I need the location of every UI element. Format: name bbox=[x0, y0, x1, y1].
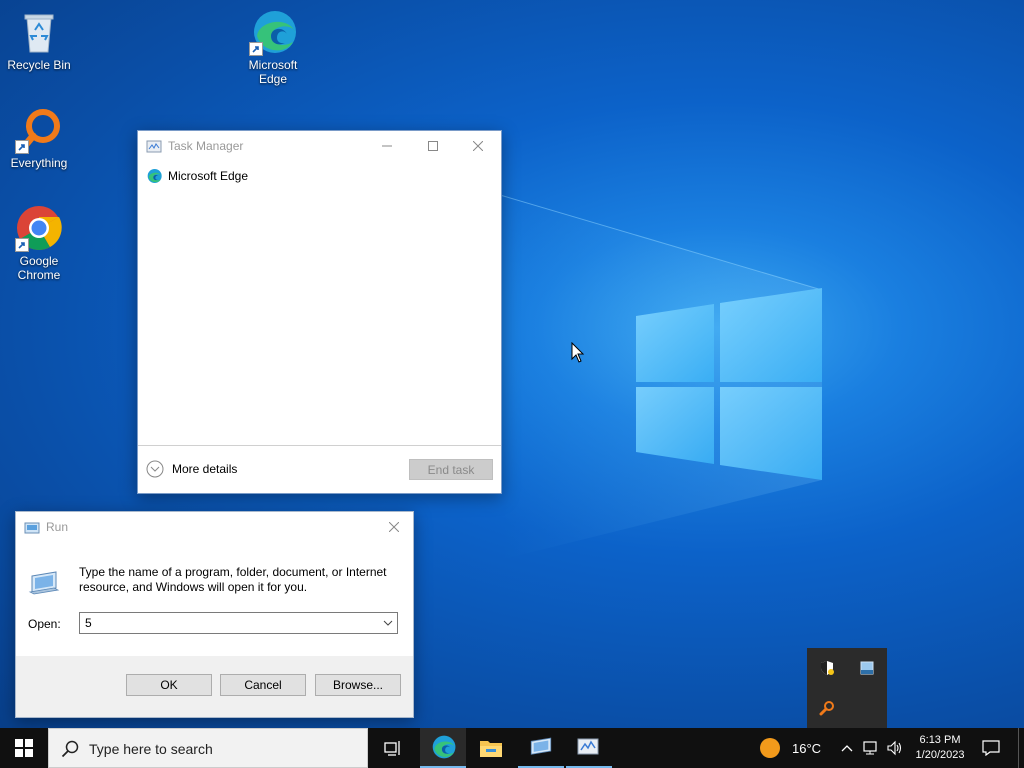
search-placeholder: Type here to search bbox=[89, 741, 213, 757]
minimize-button[interactable] bbox=[364, 131, 410, 161]
clock-date: 1/20/2023 bbox=[915, 749, 965, 761]
browse-button[interactable]: Browse... bbox=[315, 674, 401, 696]
close-button[interactable] bbox=[455, 131, 501, 161]
close-button[interactable] bbox=[376, 512, 412, 542]
window-title: Run bbox=[46, 520, 69, 534]
volume-button[interactable] bbox=[884, 728, 906, 768]
network-icon bbox=[863, 741, 877, 755]
maximize-button[interactable] bbox=[410, 131, 456, 161]
chevron-down-circle-icon bbox=[146, 460, 164, 478]
divider bbox=[138, 445, 501, 446]
everything-icon bbox=[15, 106, 63, 154]
desktop-icon-microsoft-edge[interactable]: Microsoft Edge bbox=[237, 8, 309, 86]
task-manager-titlebar[interactable]: Task Manager bbox=[138, 131, 501, 161]
task-manager-window: Task Manager Microsoft Edge More details… bbox=[137, 130, 502, 494]
show-desktop-button[interactable] bbox=[1018, 728, 1024, 768]
cancel-button[interactable]: Cancel bbox=[220, 674, 306, 696]
volume-icon bbox=[887, 740, 902, 756]
shortcut-arrow-icon bbox=[15, 140, 29, 154]
edge-icon bbox=[146, 168, 162, 184]
run-description: Type the name of a program, folder, docu… bbox=[79, 565, 387, 595]
windows-start-icon bbox=[15, 739, 33, 757]
close-icon bbox=[389, 522, 399, 532]
maximize-icon bbox=[428, 141, 438, 151]
weather-temperature: 16°C bbox=[792, 740, 822, 756]
edge-icon bbox=[249, 8, 297, 56]
action-center-button[interactable] bbox=[976, 728, 1006, 768]
more-details-toggle[interactable]: More details bbox=[146, 460, 237, 478]
window-title: Task Manager bbox=[168, 139, 244, 153]
task-view-icon bbox=[384, 741, 400, 756]
desktop-icon-label: Google Chrome bbox=[17, 254, 61, 282]
app-list-item[interactable]: Microsoft Edge bbox=[146, 167, 248, 185]
mouse-cursor-icon bbox=[571, 342, 585, 363]
task-manager-icon bbox=[146, 139, 162, 155]
more-details-label: More details bbox=[172, 462, 238, 476]
run-icon bbox=[24, 520, 40, 536]
folder-icon bbox=[480, 741, 502, 757]
close-icon bbox=[473, 141, 483, 151]
tray-overflow-popup bbox=[807, 648, 887, 728]
recycle-bin-icon bbox=[15, 8, 63, 56]
run-body bbox=[16, 542, 413, 656]
run-description-line: resource, and Windows will open it for y… bbox=[79, 580, 308, 594]
shortcut-arrow-icon bbox=[15, 238, 29, 252]
desktop-icon-google-chrome[interactable]: Google Chrome bbox=[3, 204, 75, 282]
network-button[interactable] bbox=[860, 728, 882, 768]
desktop-icon-recycle-bin[interactable]: Recycle Bin bbox=[3, 8, 75, 72]
desktop: Recycle Bin Microsoft Edge Everything Go… bbox=[0, 0, 1024, 728]
desktop-icon-label: Recycle Bin bbox=[7, 58, 71, 72]
task-view-button[interactable] bbox=[370, 728, 416, 768]
everything-tray-icon[interactable] bbox=[819, 700, 835, 719]
open-label: Open: bbox=[28, 617, 61, 631]
windows-logo-wallpaper bbox=[636, 288, 824, 480]
sun-icon bbox=[760, 738, 780, 758]
open-combobox[interactable]: 5 bbox=[79, 612, 398, 634]
run-program-icon bbox=[28, 566, 60, 601]
show-hidden-icons-button[interactable] bbox=[838, 728, 856, 768]
weather-widget[interactable]: 16°C bbox=[760, 728, 830, 768]
search-icon bbox=[61, 740, 79, 758]
notification-icon bbox=[982, 740, 1000, 756]
end-task-button[interactable]: End task bbox=[409, 459, 493, 480]
open-input[interactable]: 5 bbox=[85, 616, 92, 630]
desktop-icon-label: Microsoft Edge bbox=[248, 58, 298, 86]
app-name: Microsoft Edge bbox=[168, 169, 249, 183]
chevron-down-icon[interactable] bbox=[383, 619, 393, 627]
taskbar-search-box[interactable]: Type here to search bbox=[48, 728, 368, 768]
run-dialog: Run Type the name of a program, folder, … bbox=[15, 511, 414, 718]
run-icon bbox=[530, 737, 552, 755]
taskbar-run-button[interactable] bbox=[518, 728, 564, 768]
run-titlebar[interactable]: Run bbox=[16, 512, 413, 542]
taskbar-file-explorer-button[interactable] bbox=[468, 728, 514, 768]
run-description-line: Type the name of a program, folder, docu… bbox=[79, 565, 387, 579]
chrome-icon bbox=[15, 204, 63, 252]
ok-button[interactable]: OK bbox=[126, 674, 212, 696]
edge-icon bbox=[432, 735, 456, 759]
desktop-icon-label: Everything bbox=[10, 156, 68, 170]
clock-time: 6:13 PM bbox=[919, 734, 961, 746]
chevron-up-icon bbox=[841, 745, 853, 752]
taskbar-edge-button[interactable] bbox=[420, 728, 466, 768]
shortcut-arrow-icon bbox=[249, 42, 263, 56]
taskbar: Type here to search 16°C 6:13 PM 1/20/20… bbox=[0, 728, 1024, 768]
taskbar-task-manager-button[interactable] bbox=[566, 728, 612, 768]
clock[interactable]: 6:13 PM 1/20/2023 bbox=[910, 728, 970, 768]
minimize-icon bbox=[382, 145, 392, 147]
desktop-icon-everything[interactable]: Everything bbox=[3, 106, 75, 170]
start-button[interactable] bbox=[0, 728, 48, 768]
security-shield-icon[interactable] bbox=[819, 660, 835, 679]
display-icon[interactable] bbox=[859, 660, 875, 679]
task-manager-icon bbox=[577, 738, 599, 755]
